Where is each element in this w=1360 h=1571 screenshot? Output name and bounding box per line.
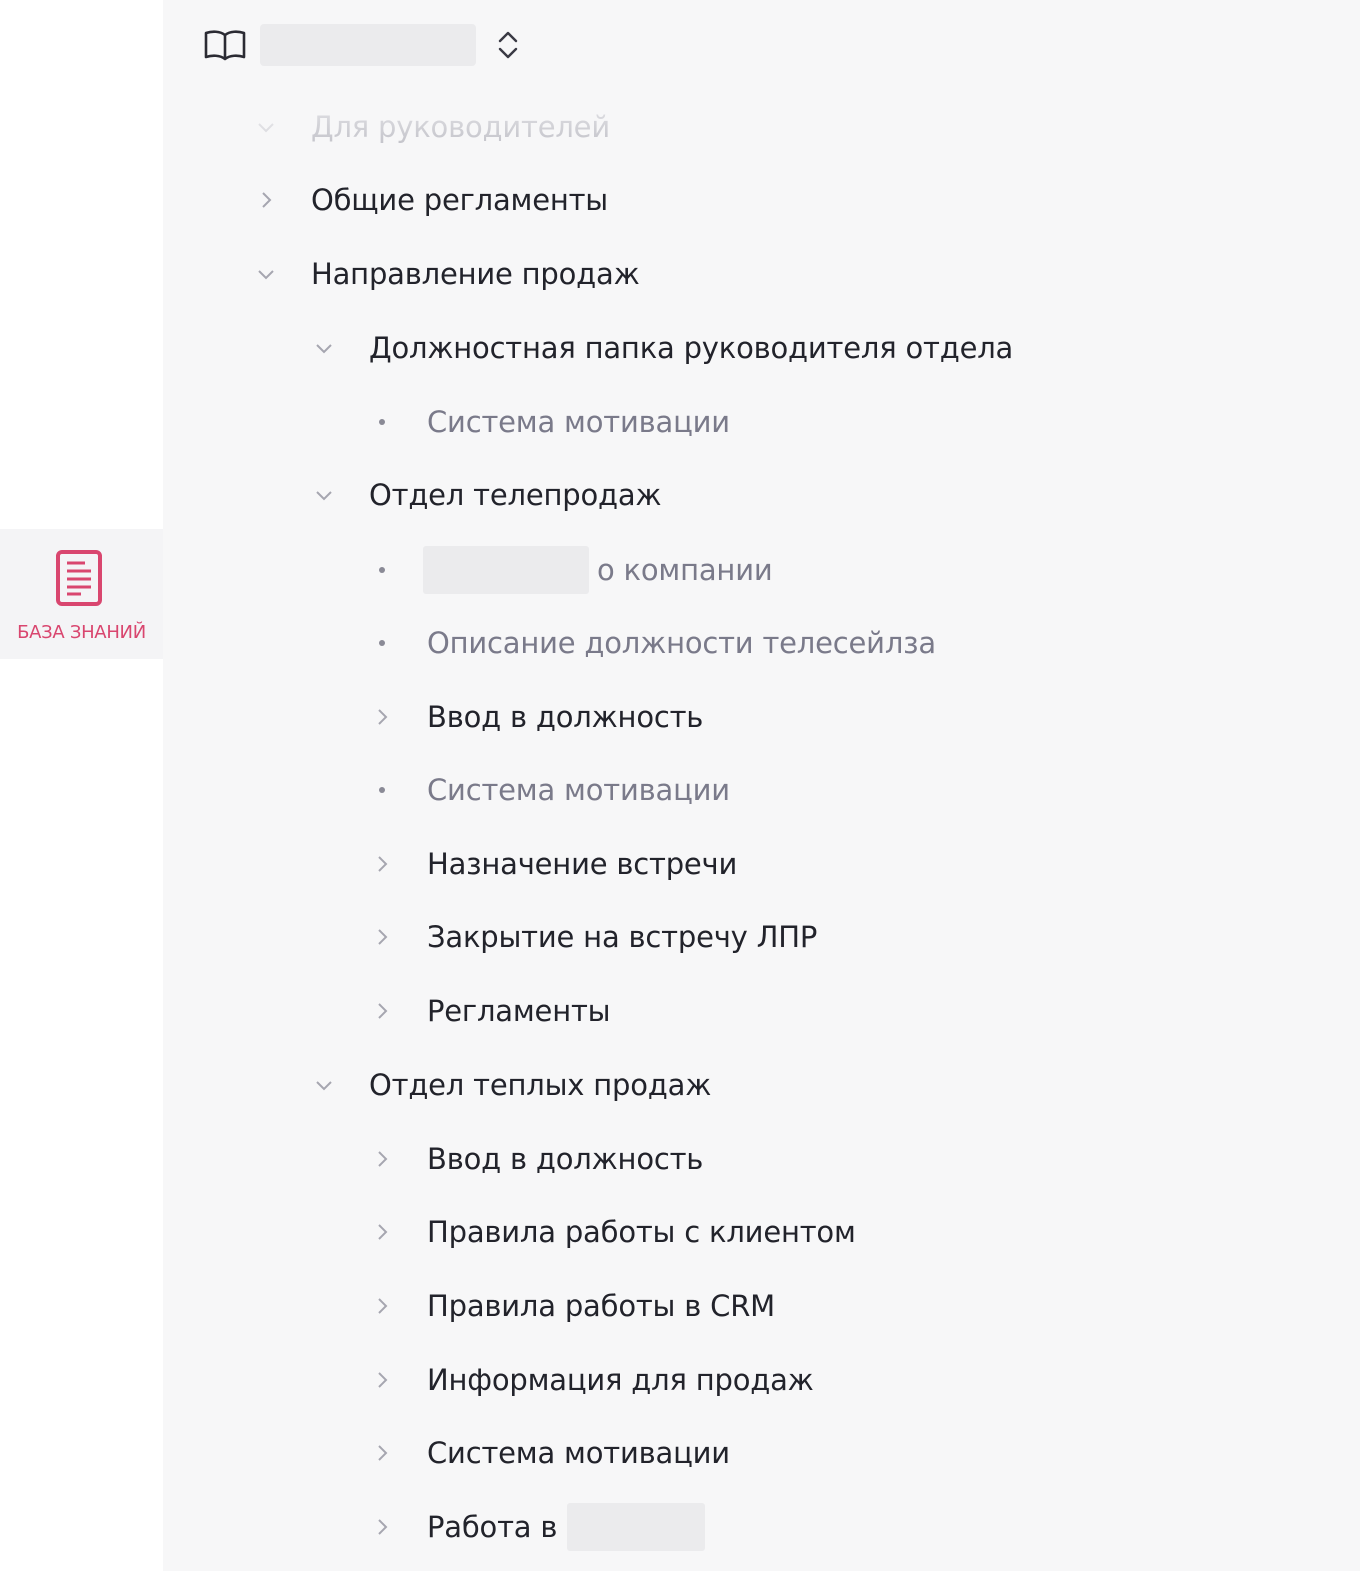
tree-item-label: Закрытие на встречу ЛПР <box>427 920 818 954</box>
redacted-block <box>567 1503 706 1551</box>
tree-item-leaf[interactable]: Система мотивации <box>369 392 730 452</box>
chevron-down-icon <box>253 114 279 140</box>
tree-item[interactable]: Отдел теплых продаж <box>311 1055 711 1115</box>
redacted-block <box>423 546 589 594</box>
tree-item-label: Назначение встречи <box>427 847 738 881</box>
bullet-icon <box>369 557 395 583</box>
tree-item[interactable]: Направление продаж <box>253 244 640 304</box>
tree-item[interactable]: Общие регламенты <box>253 170 608 230</box>
tree-item[interactable]: Работа в <box>369 1497 706 1557</box>
tree-item[interactable]: Информация для продаж <box>369 1350 814 1410</box>
chevron-right-icon <box>369 1514 395 1540</box>
chevron-right-icon <box>369 924 395 950</box>
chevron-down-icon <box>311 1072 337 1098</box>
chevron-right-icon <box>369 1219 395 1245</box>
rail-item-knowledge-base[interactable]: БАЗА ЗНАНИЙ <box>0 529 163 659</box>
tree-item[interactable]: Отдел телепродаж <box>311 465 662 525</box>
tree-item-label: Отдел телепродаж <box>369 478 662 512</box>
tree-item-label: Правила работы с клиентом <box>427 1215 856 1249</box>
book-icon[interactable] <box>203 28 247 62</box>
tree-item[interactable]: Система мотивации <box>369 1423 730 1483</box>
tree-item-label: Система мотивации <box>427 773 730 807</box>
knowledge-base-panel: Для руководителей Общие регламенты Напра… <box>163 0 1360 1571</box>
tree-item[interactable]: Правила работы с клиентом <box>369 1202 856 1262</box>
tree-item-leaf[interactable]: о компании <box>369 540 773 600</box>
tree-item-label-group: Работа в <box>427 1503 706 1551</box>
tree-item-label: Система мотивации <box>427 1436 730 1470</box>
chevron-right-icon <box>253 187 279 213</box>
tree-item-label: Ввод в должность <box>427 1142 704 1176</box>
tree-item-leaf[interactable]: Описание должности телесейлза <box>369 613 936 673</box>
tree-item[interactable]: Правила работы в CRM <box>369 1276 775 1336</box>
tree-item[interactable]: Должностная папка руководителя отдела <box>311 318 1013 378</box>
rail-item-label: БАЗА ЗНАНИЙ <box>17 622 146 643</box>
tree-item-partial[interactable]: Для руководителей <box>253 97 610 157</box>
header <box>163 0 1360 90</box>
chevron-down-icon <box>311 335 337 361</box>
tree-item-label: Информация для продаж <box>427 1363 814 1397</box>
tree-item[interactable]: Регламенты <box>369 981 611 1041</box>
left-rail: БАЗА ЗНАНИЙ <box>0 0 163 1571</box>
tree-item[interactable]: Ввод в должность <box>369 687 703 747</box>
tree-item-label: Отдел теплых продаж <box>369 1068 712 1102</box>
tree-item-label: Для руководителей <box>311 110 610 144</box>
tree-item-leaf[interactable]: Система мотивации <box>369 760 730 820</box>
tree-item-label: Направление продаж <box>311 257 640 291</box>
chevron-right-icon <box>369 1440 395 1466</box>
tree-item-label: Регламенты <box>427 994 611 1028</box>
chevron-right-icon <box>369 851 395 877</box>
chevron-right-icon <box>369 1367 395 1393</box>
tree-item-label: Общие регламенты <box>311 183 608 217</box>
bullet-icon <box>369 409 395 435</box>
tree-item[interactable]: Назначение встречи <box>369 834 737 894</box>
tree-item-label: Работа в <box>427 1510 558 1544</box>
tree-item-label: Ввод в должность <box>427 700 704 734</box>
tree-item-label: о компании <box>597 553 773 587</box>
bullet-icon <box>369 630 395 656</box>
chevron-right-icon <box>369 704 395 730</box>
knowledge-base-switcher[interactable] <box>260 24 476 66</box>
chevron-right-icon <box>369 998 395 1024</box>
tree-item[interactable]: Ввод в должность <box>369 1129 703 1189</box>
tree-item-label: Система мотивации <box>427 405 730 439</box>
tree-item-label: Описание должности телесейлза <box>427 626 936 660</box>
chevron-down-icon <box>311 482 337 508</box>
tree: Для руководителей Общие регламенты Напра… <box>163 0 1360 1571</box>
bullet-icon <box>369 777 395 803</box>
tree-item-label-group: о компании <box>423 546 773 594</box>
chevron-updown-icon[interactable] <box>495 27 521 63</box>
document-icon <box>56 550 102 606</box>
chevron-right-icon <box>369 1146 395 1172</box>
tree-item-label: Должностная папка руководителя отдела <box>369 331 1014 365</box>
tree-item-label: Правила работы в CRM <box>427 1289 775 1323</box>
tree-item[interactable]: Закрытие на встречу ЛПР <box>369 907 817 967</box>
chevron-down-icon <box>253 261 279 287</box>
chevron-right-icon <box>369 1293 395 1319</box>
